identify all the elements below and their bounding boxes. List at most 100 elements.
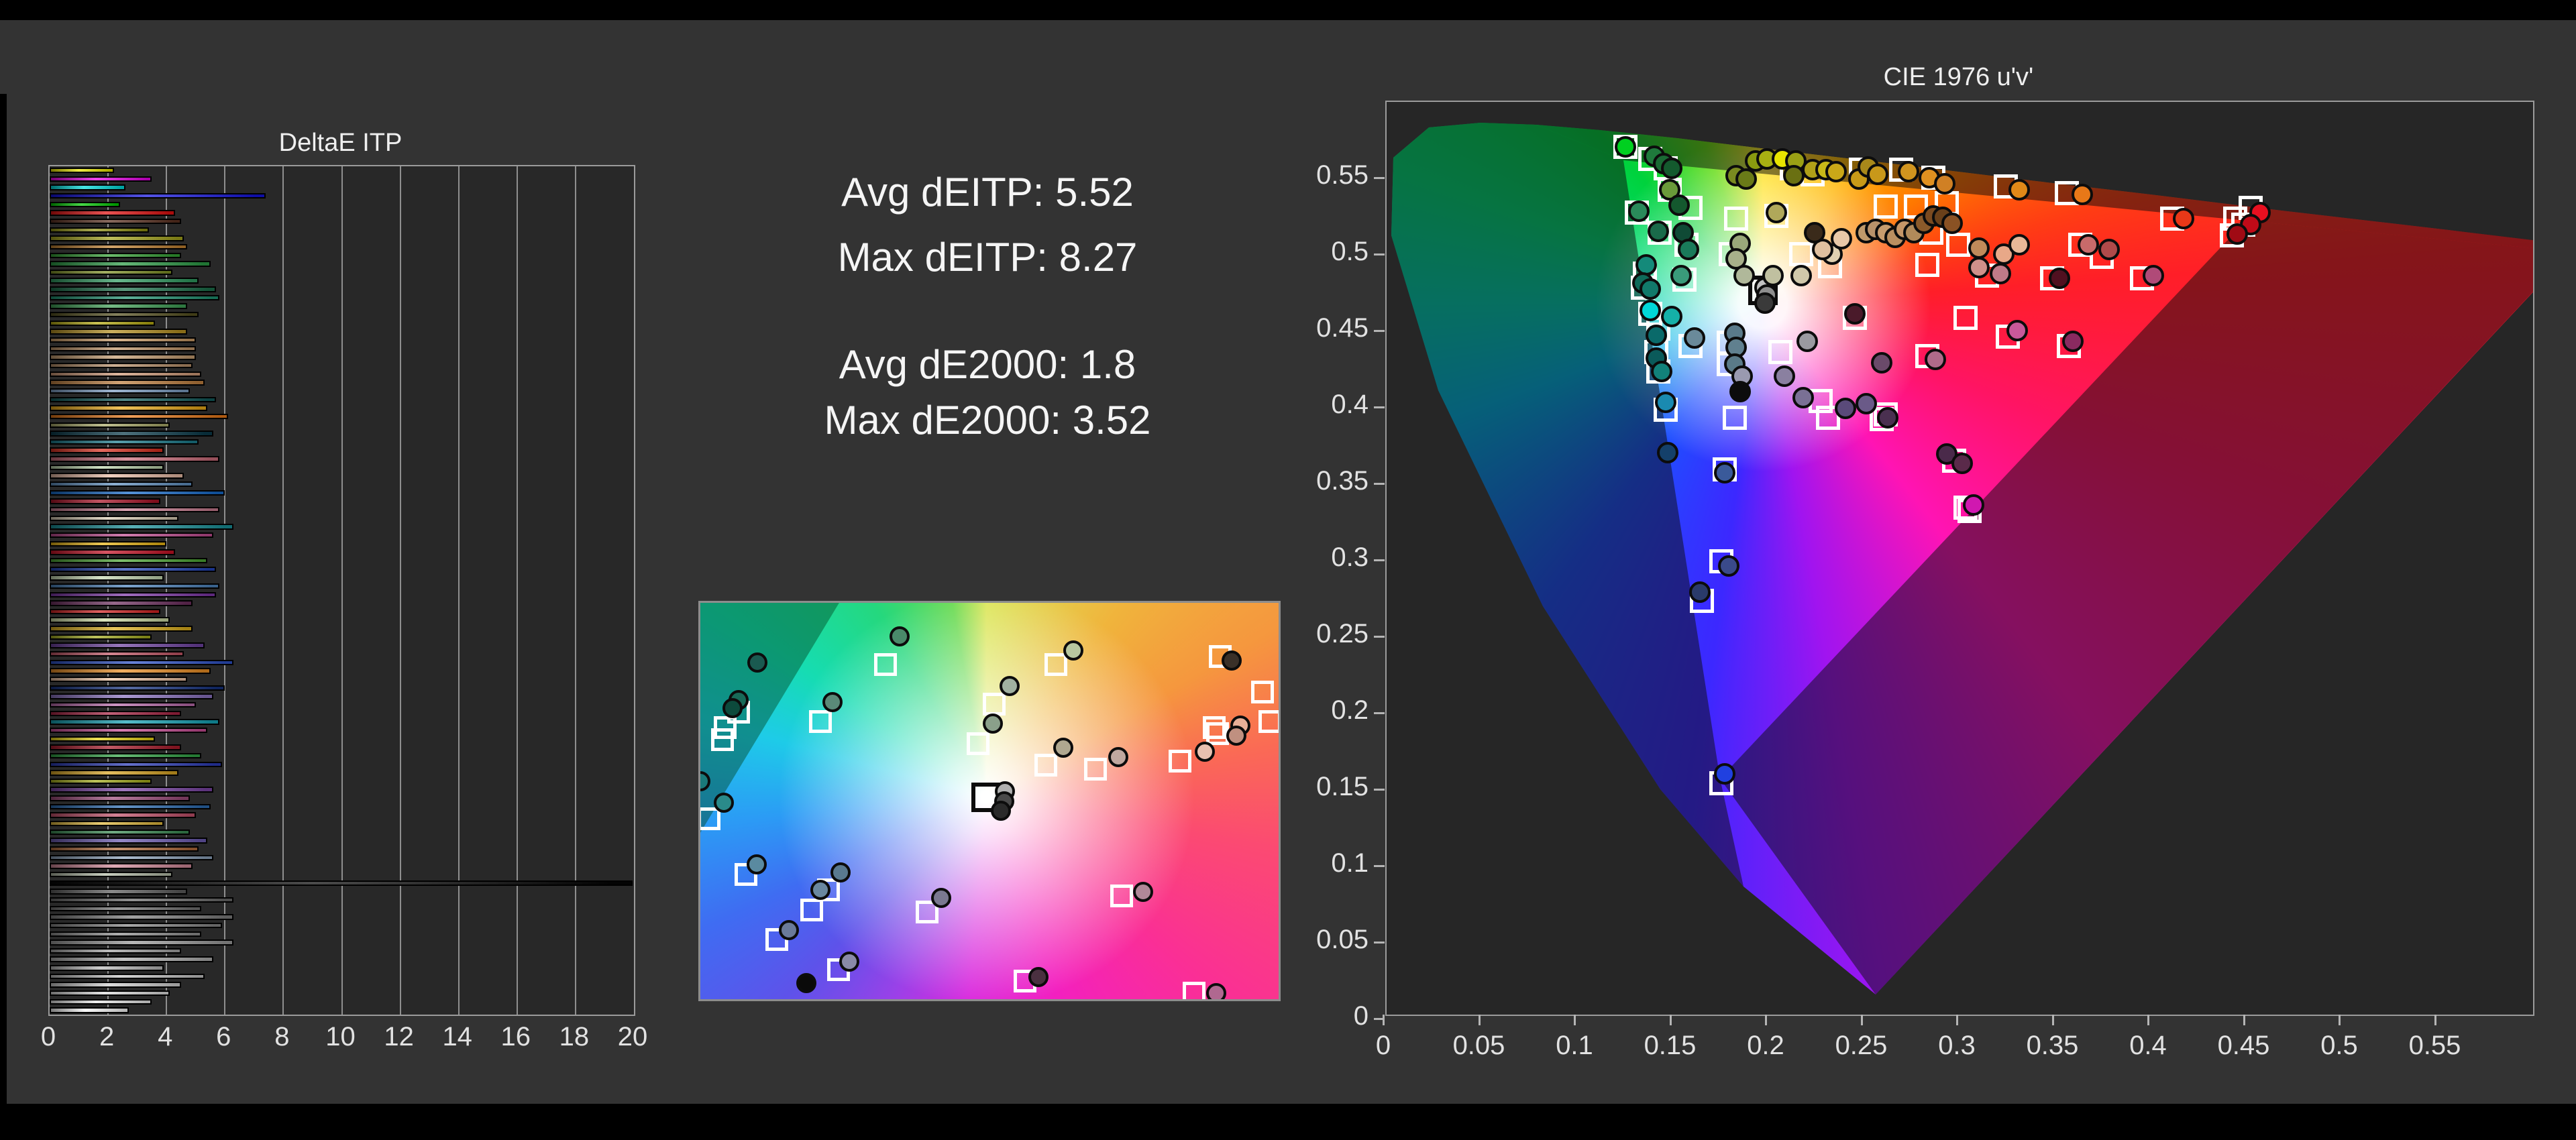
deltae-bar	[50, 770, 178, 776]
cie-measured-circle	[1968, 237, 1990, 259]
cie-measured-circle	[1796, 330, 1818, 352]
cie-x-tick-label: 0.15	[1644, 1031, 1697, 1060]
cie-measured-circle	[1656, 442, 1678, 464]
deltae-bar	[50, 515, 178, 522]
cie-measured-circle	[1683, 327, 1705, 349]
deltae-bar	[50, 719, 219, 725]
cie-target-square	[1946, 233, 1970, 258]
deltae-bar	[50, 345, 196, 352]
cie-measured-circle	[2008, 178, 2031, 201]
deltae-bar	[50, 863, 193, 869]
deltae-bar	[50, 821, 164, 827]
deltae-bar	[50, 677, 187, 683]
cie-measured-circle	[1729, 380, 1752, 402]
deltae-bar	[50, 388, 191, 394]
cie-measured-circle	[2098, 238, 2121, 260]
deltae-bar	[50, 286, 217, 292]
cie-measured-circle	[1714, 461, 1736, 483]
deltae-bar	[50, 795, 191, 801]
bar-gridline	[516, 166, 518, 1015]
cie-x-tick-label: 0.1	[1556, 1031, 1593, 1060]
bar-gridline	[458, 166, 460, 1015]
deltae-bar	[50, 329, 187, 335]
cie-measured-circle	[1844, 302, 1866, 325]
cie-measured-circle	[1735, 168, 1757, 190]
cie-x-tick	[1956, 1015, 1958, 1025]
stat-avg-de2000: Avg dE2000: 1.8	[839, 342, 1136, 387]
deltae-bar	[50, 362, 193, 369]
panel-target-square	[1034, 754, 1058, 777]
panel-target-square	[1183, 982, 1206, 999]
deltae-bar	[50, 405, 208, 411]
deltae-bar	[50, 999, 152, 1005]
cie-measured-circle	[1825, 160, 1847, 182]
deltae-bar	[50, 473, 184, 479]
deltae-bar	[50, 540, 167, 547]
cie-target-square	[1724, 207, 1749, 231]
panel-target-square	[1044, 652, 1068, 676]
panel-measured-circle	[778, 919, 799, 940]
cie-measured-circle	[1924, 349, 1946, 371]
bar-x-tick-label: 14	[442, 1022, 472, 1051]
deltae-bar-plot	[48, 165, 635, 1016]
panel-measured-circle	[1053, 737, 1074, 758]
deltae-bar	[50, 871, 172, 878]
deltae-bar	[50, 243, 187, 250]
cie-measured-circle	[2142, 264, 2164, 286]
stat-max-de2000: Max dE2000: 3.52	[824, 398, 1151, 443]
cie-y-tick-label: 0.35	[1316, 466, 1368, 496]
cie-y-tick-label: 0.05	[1316, 925, 1368, 954]
deltae-bar	[50, 948, 181, 954]
panel-measured-circle	[839, 951, 859, 972]
cie-measured-circle	[2008, 234, 2031, 256]
cie-y-tick	[1374, 1018, 1385, 1020]
bar-x-tick-label: 10	[325, 1022, 356, 1051]
deltae-bar	[50, 168, 114, 174]
cie-measured-circle	[2226, 223, 2249, 245]
deltae-bar	[50, 600, 193, 606]
cie-x-tick-label: 0.3	[1938, 1031, 1976, 1060]
deltae-bar	[50, 380, 205, 386]
deltae-bar	[50, 1007, 129, 1013]
deltae-bar	[50, 939, 234, 946]
deltae-bar	[50, 278, 199, 284]
deltae-bar	[50, 812, 196, 818]
deltae-bar	[50, 787, 213, 793]
cie-target-square	[1722, 405, 1747, 430]
panel-target-square	[800, 899, 824, 922]
panel-target-square	[873, 652, 897, 676]
cie-y-tick	[1374, 330, 1385, 332]
deltae-bar	[50, 583, 219, 589]
panel-measured-circle	[1063, 640, 1083, 661]
deltae-bar	[50, 727, 208, 734]
deltae-bar	[50, 642, 205, 648]
deltae-bar	[50, 736, 155, 742]
deltae-bar	[50, 761, 222, 767]
cie-target-square	[1915, 252, 1940, 277]
deltae-bar	[50, 422, 170, 428]
deltae-bar	[50, 914, 234, 920]
deltae-bar	[50, 549, 176, 555]
panel-measured-circle	[1194, 741, 1215, 762]
deltae-bar	[50, 744, 181, 750]
deltae-bar	[50, 566, 217, 572]
cie-x-tick-label: 0.45	[2217, 1031, 2270, 1060]
cie-measured-circle	[1668, 194, 1690, 216]
bar-x-tick-label: 8	[274, 1022, 290, 1051]
deltae-bar	[50, 803, 211, 810]
panel-target-square	[710, 728, 734, 751]
cie-measured-circle	[2049, 268, 2071, 290]
deltae-bar	[50, 396, 217, 402]
cie-measured-circle	[1678, 238, 1700, 260]
deltae-bar	[50, 880, 633, 887]
bar-gridline	[341, 166, 343, 1015]
bar-x-tick-label: 0	[40, 1022, 56, 1051]
cie-measured-circle	[1647, 220, 1669, 242]
cie-x-tick	[1765, 1015, 1767, 1025]
cie-measured-circle	[1834, 398, 1856, 419]
bar-gridline	[399, 166, 401, 1015]
cie-measured-circle	[2062, 330, 2084, 352]
left-frame-strip	[0, 94, 7, 1104]
deltae-bar	[50, 447, 164, 453]
cie-measured-circle	[1660, 158, 1682, 180]
